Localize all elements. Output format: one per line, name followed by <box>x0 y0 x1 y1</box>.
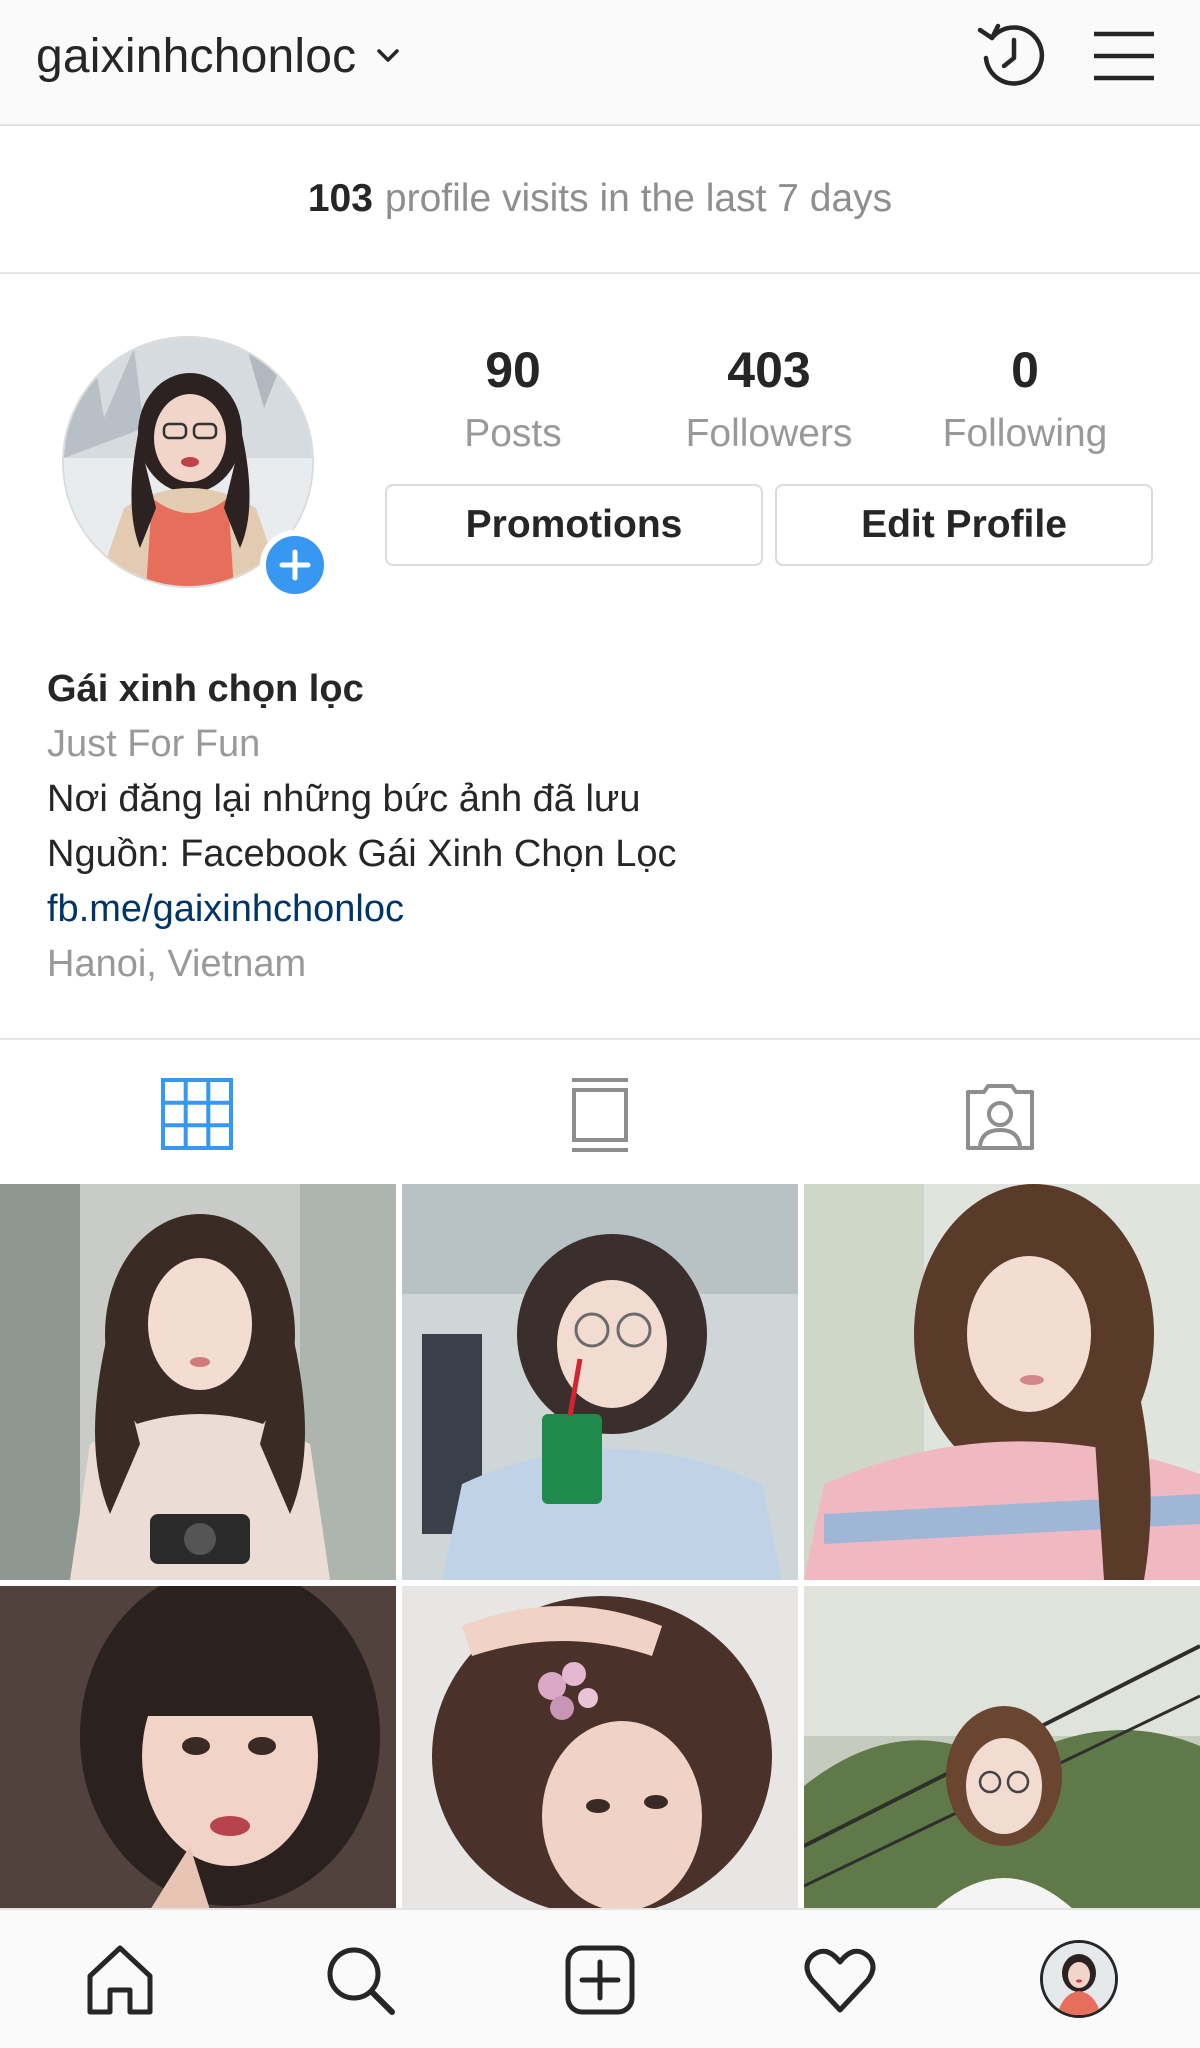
bio-line-1: Nơi đăng lại những bức ảnh đã lưu <box>47 778 641 820</box>
stat-posts[interactable]: 90 Posts <box>385 340 641 464</box>
feed-icon[interactable] <box>560 1074 640 1154</box>
post-thumbnail[interactable] <box>804 1586 1200 1910</box>
profile-visits-banner[interactable]: 103 profile visits in the last 7 days <box>0 126 1200 274</box>
followers-label: Followers <box>685 412 853 455</box>
history-icon[interactable] <box>972 16 1052 96</box>
post-thumbnail[interactable] <box>0 1586 396 1910</box>
hamburger-menu-icon[interactable] <box>1084 16 1164 96</box>
location-label: Hanoi, Vietnam <box>47 943 307 985</box>
edit-profile-button[interactable]: Edit Profile <box>775 484 1153 566</box>
account-switcher[interactable]: gaixinhchonloc <box>36 26 404 86</box>
profile-tabs <box>0 1038 1200 1178</box>
grid-icon[interactable] <box>157 1074 237 1154</box>
tagged-icon[interactable] <box>960 1074 1040 1154</box>
visits-count: 103 <box>307 177 373 220</box>
post-thumbnail[interactable] <box>0 1184 396 1580</box>
stat-followers[interactable]: 403 Followers <box>641 340 897 464</box>
chevron-down-icon[interactable] <box>372 40 404 72</box>
posts-grid <box>0 1184 1200 1910</box>
bottom-navigation <box>0 1908 1200 2048</box>
posts-label: Posts <box>464 412 562 455</box>
bio-link[interactable]: fb.me/gaixinhchonloc <box>47 882 1147 937</box>
profile-bio: Gái xinh chọn lọc Just For Fun Nơi đăng … <box>47 662 1147 992</box>
profile-avatar-wrap[interactable] <box>62 336 330 600</box>
followers-count: 403 <box>727 342 811 398</box>
home-icon[interactable] <box>80 1940 160 2020</box>
heart-icon[interactable] <box>800 1940 880 2020</box>
visits-text: profile visits in the last 7 days <box>384 177 893 220</box>
following-count: 0 <box>1011 342 1039 398</box>
add-post-icon[interactable] <box>560 1940 640 2020</box>
profile-avatar[interactable] <box>1040 1940 1118 2018</box>
add-story-button[interactable] <box>260 530 330 600</box>
search-icon[interactable] <box>320 1940 400 2020</box>
promotions-button[interactable]: Promotions <box>385 484 763 566</box>
following-label: Following <box>942 412 1108 455</box>
post-thumbnail[interactable] <box>402 1184 798 1580</box>
post-thumbnail[interactable] <box>804 1184 1200 1580</box>
top-bar: gaixinhchonloc <box>0 0 1200 126</box>
post-thumbnail[interactable] <box>402 1586 798 1910</box>
bio-line-2: Nguồn: Facebook Gái Xinh Chọn Lọc <box>47 833 677 875</box>
plus-icon <box>279 549 311 581</box>
stat-following[interactable]: 0 Following <box>897 340 1153 464</box>
profile-stats: 90 Posts 403 Followers 0 Following <box>385 340 1155 470</box>
username[interactable]: gaixinhchonloc <box>36 29 356 84</box>
category-label: Just For Fun <box>47 723 261 765</box>
display-name: Gái xinh chọn lọc <box>47 668 364 710</box>
posts-count: 90 <box>485 342 541 398</box>
